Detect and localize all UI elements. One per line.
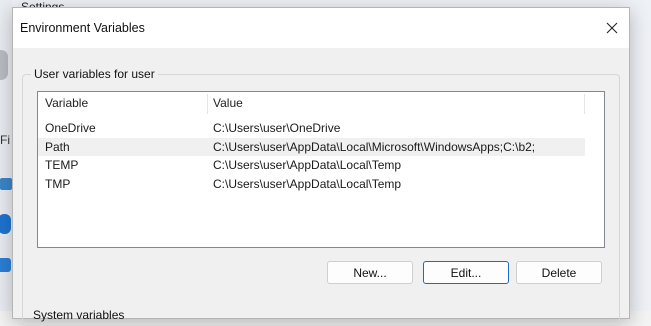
bluetooth-icon — [0, 214, 11, 234]
user-variables-group-label: User variables for user — [31, 67, 158, 81]
network-icon — [0, 258, 11, 272]
list-rows: OneDrive C:\Users\user\OneDrive Path C:\… — [38, 119, 604, 193]
column-header-value[interactable]: Value — [213, 92, 243, 114]
dialog-title: Environment Variables — [20, 21, 145, 35]
system-variables-group-label: System variables — [33, 308, 125, 322]
dialog-titlebar[interactable]: Environment Variables — [13, 8, 629, 48]
edit-button[interactable]: Edit... — [423, 261, 509, 284]
column-header-variable[interactable]: Variable — [45, 92, 88, 114]
environment-variables-dialog: Environment Variables User variables for… — [12, 7, 630, 326]
table-row[interactable]: TEMP C:\Users\user\AppData\Local\Temp — [38, 156, 585, 175]
column-divider[interactable] — [207, 94, 208, 114]
variable-value: C:\Users\user\AppData\Local\Temp — [213, 158, 402, 172]
close-button[interactable] — [595, 14, 629, 42]
new-button[interactable]: New... — [327, 261, 413, 284]
settings-search-partial-text: Fi — [0, 133, 10, 147]
avatar — [0, 50, 8, 80]
table-row[interactable]: OneDrive C:\Users\user\OneDrive — [38, 119, 585, 138]
variable-name: TMP — [45, 176, 71, 191]
list-header: Variable Value — [38, 92, 604, 114]
variable-name: OneDrive — [45, 121, 96, 135]
column-divider[interactable] — [584, 94, 585, 114]
table-row[interactable]: Path C:\Users\user\AppData\Local\Microso… — [38, 137, 585, 156]
delete-button[interactable]: Delete — [516, 261, 602, 284]
user-variables-list[interactable]: Variable Value OneDrive C:\Users\user\On… — [37, 91, 605, 248]
table-row[interactable]: TMP C:\Users\user\AppData\Local\Temp — [38, 175, 585, 194]
variable-value: C:\Users\user\AppData\Local\Microsoft\Wi… — [213, 139, 536, 154]
system-icon — [0, 178, 12, 190]
variable-name: Path — [45, 139, 70, 154]
variable-name: TEMP — [45, 158, 79, 172]
close-icon — [606, 22, 618, 34]
variable-value: C:\Users\user\OneDrive — [213, 121, 341, 135]
variable-value: C:\Users\user\AppData\Local\Temp — [213, 176, 402, 191]
